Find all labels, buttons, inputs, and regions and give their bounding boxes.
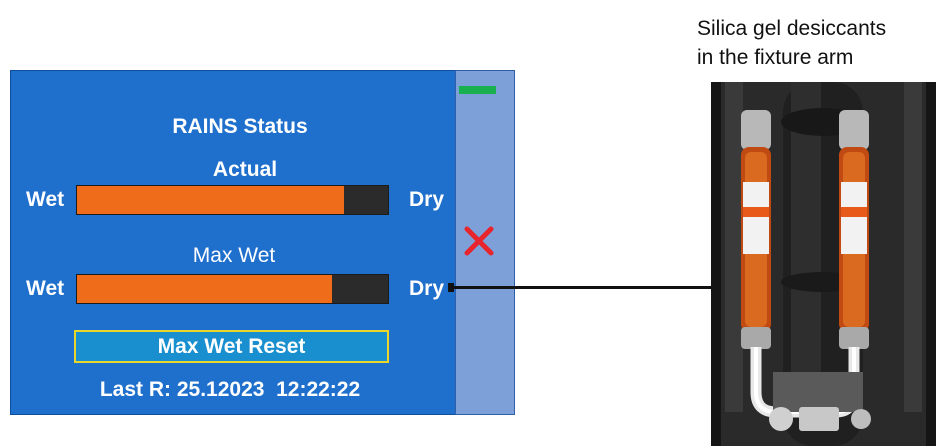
max-wet-humidity-fill xyxy=(77,275,333,303)
panel-title: RAINS Status xyxy=(172,115,308,138)
caption-line-2: in the fixture arm xyxy=(697,46,854,69)
red-x-icon[interactable] xyxy=(464,226,494,256)
max-wet-humidity-bar xyxy=(76,274,389,304)
status-indicator-bar xyxy=(459,86,496,94)
caption-line-1: Silica gel desiccants xyxy=(697,17,887,40)
desiccant-fixture-photo xyxy=(711,82,936,446)
max-wet-dry-label: Dry xyxy=(409,277,445,300)
last-reset-timestamp: Last R: 25.12023 12:22:22 xyxy=(99,378,361,401)
actual-humidity-fill xyxy=(77,186,345,214)
max-wet-reset-button[interactable]: Max Wet Reset xyxy=(74,330,389,363)
max-wet-label: Max Wet xyxy=(192,244,276,267)
actual-humidity-bar xyxy=(76,185,389,215)
actual-wet-label: Wet xyxy=(26,188,65,211)
max-wet-wet-label: Wet xyxy=(26,277,65,300)
photo-caption: Silica gel desiccants in the fixture arm xyxy=(697,14,886,72)
actual-label: Actual xyxy=(212,158,278,181)
actual-dry-label: Dry xyxy=(409,188,445,211)
pointer-arrow-line xyxy=(452,286,718,289)
